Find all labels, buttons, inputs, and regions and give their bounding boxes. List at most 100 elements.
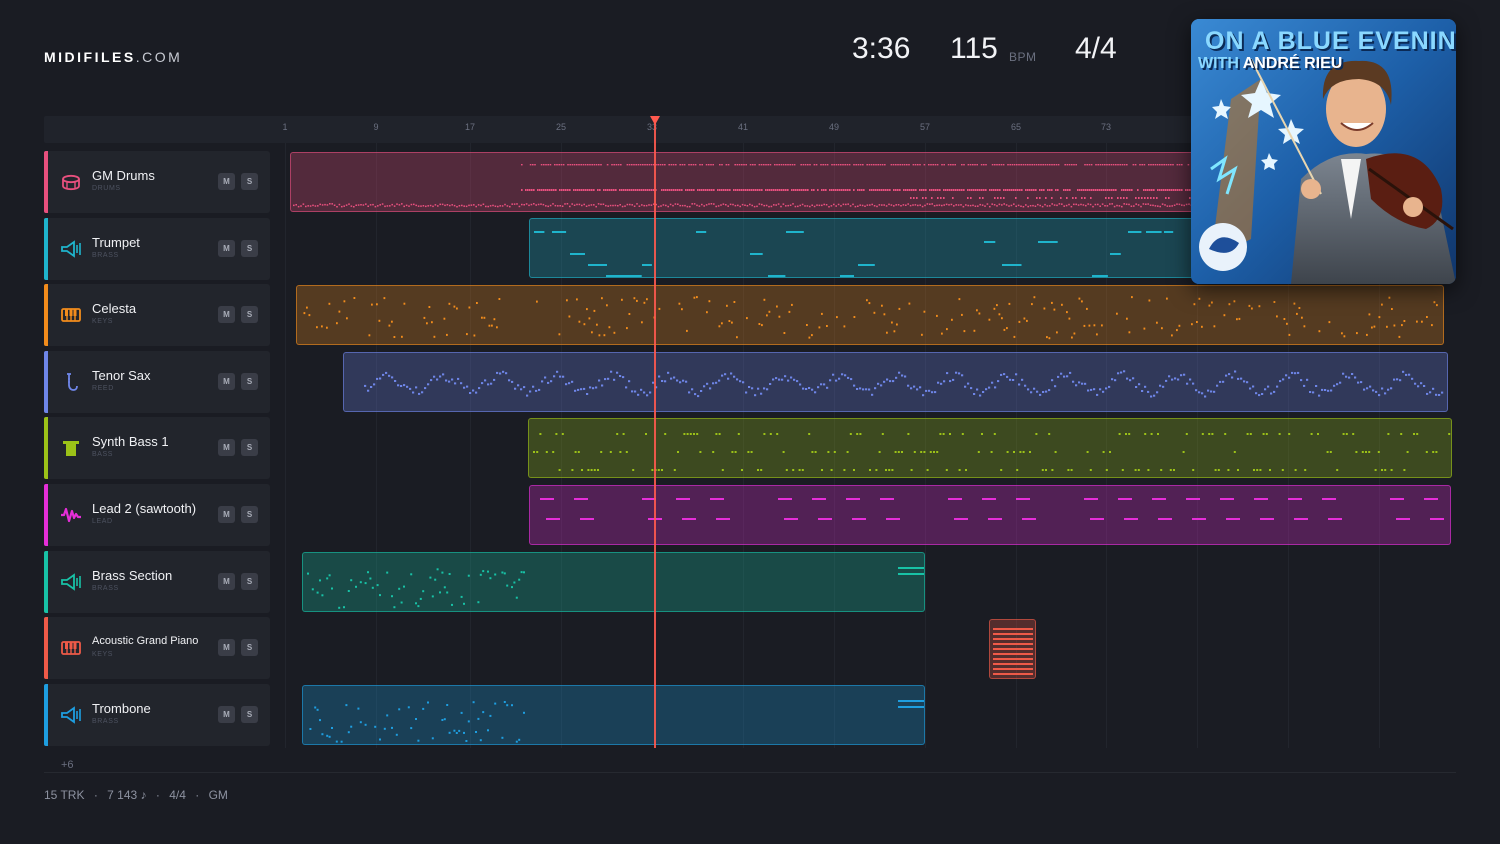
note [1101,324,1103,327]
mute-button[interactable]: M [218,506,235,523]
solo-button[interactable]: S [241,439,258,456]
track-header-gm-drums[interactable]: GM Drums DRUMS M S [44,151,270,213]
note [433,375,436,378]
note [1057,375,1060,378]
note [1131,189,1133,191]
note [1258,394,1261,397]
note [672,164,675,166]
note [822,164,824,166]
track-header-brass-section[interactable]: Brass Section BRASS M S [44,551,270,613]
mute-button[interactable]: M [218,573,235,590]
mute-button[interactable]: M [218,173,235,190]
note [787,204,789,207]
note [1435,393,1438,396]
clip-brass-section[interactable] [302,552,925,612]
track-header-acoustic-grand-piano[interactable]: Acoustic Grand Piano KEYS M S [44,617,270,679]
solo-button[interactable]: S [241,306,258,323]
note [1387,388,1390,391]
note [1151,189,1153,191]
track-header-lead-2-sawtooth[interactable]: Lead 2 (sawtooth) LEAD M S [44,484,270,546]
note [928,389,931,392]
note [745,189,747,191]
track-header-celesta[interactable]: Celesta KEYS M S [44,284,270,346]
note [636,299,638,302]
note [961,313,963,316]
note [1159,384,1162,387]
note [586,393,589,395]
clip-celesta[interactable] [296,285,1444,345]
mute-button[interactable]: M [218,639,235,656]
note [793,164,796,166]
solo-button[interactable]: S [241,173,258,190]
solo-button[interactable]: S [241,639,258,656]
note [532,164,534,166]
mute-button[interactable]: M [218,373,235,390]
note [331,727,333,729]
note [431,737,434,740]
note [699,164,701,166]
clip-lead-2-sawtooth[interactable] [529,485,1451,545]
note [980,164,983,166]
track-category: REED [92,385,114,392]
clip-synth-bass-1[interactable] [528,418,1452,478]
note [958,298,961,301]
note [747,189,749,191]
track-header-trombone[interactable]: Trombone BRASS M S [44,684,270,746]
note [1040,164,1042,166]
note [768,275,786,277]
mute-button[interactable]: M [218,240,235,257]
note [677,189,679,191]
note [575,189,577,191]
solo-button[interactable]: S [241,573,258,590]
solo-button[interactable]: S [241,240,258,257]
mute-button[interactable]: M [218,439,235,456]
note [1345,375,1348,378]
note [967,382,970,385]
clip-acoustic-grand-piano[interactable] [989,619,1036,679]
note [609,189,611,191]
more-tracks-indicator[interactable]: +6 [61,759,74,771]
note [448,573,451,575]
note [1123,189,1125,191]
note [1416,320,1418,323]
note [340,740,343,743]
note [386,571,389,574]
track-header-synth-bass-1[interactable]: Synth Bass 1 BASS M S [44,417,270,479]
note [685,380,688,383]
note [1048,433,1051,435]
note [562,164,565,166]
note [866,164,868,166]
note [410,727,413,730]
note [1057,164,1060,166]
note [410,573,413,576]
grid-line [470,143,471,748]
note [982,197,984,199]
note [317,205,319,207]
note [1381,387,1384,390]
mute-button[interactable]: M [218,306,235,323]
track-category: BRASS [92,718,119,725]
clip-tenor-sax[interactable] [343,352,1448,412]
note [558,164,560,166]
track-header-tenor-sax[interactable]: Tenor Sax REED M S [44,351,270,413]
solo-button[interactable]: S [241,706,258,723]
solo-button[interactable]: S [241,506,258,523]
note [1360,381,1363,384]
note [1150,164,1152,166]
note [1192,382,1195,385]
note [895,164,897,166]
track-header-trumpet[interactable]: Trumpet BRASS M S [44,218,270,280]
playhead-line[interactable] [654,120,656,748]
clip-trombone[interactable] [302,685,925,745]
note [725,189,727,191]
mute-button[interactable]: M [218,706,235,723]
note [467,574,470,577]
track-category: BRASS [92,252,119,259]
note [487,729,489,732]
note [540,203,542,205]
note [697,395,700,398]
solo-button[interactable]: S [241,373,258,390]
note [534,231,545,233]
note [846,164,849,166]
note [1030,391,1033,394]
